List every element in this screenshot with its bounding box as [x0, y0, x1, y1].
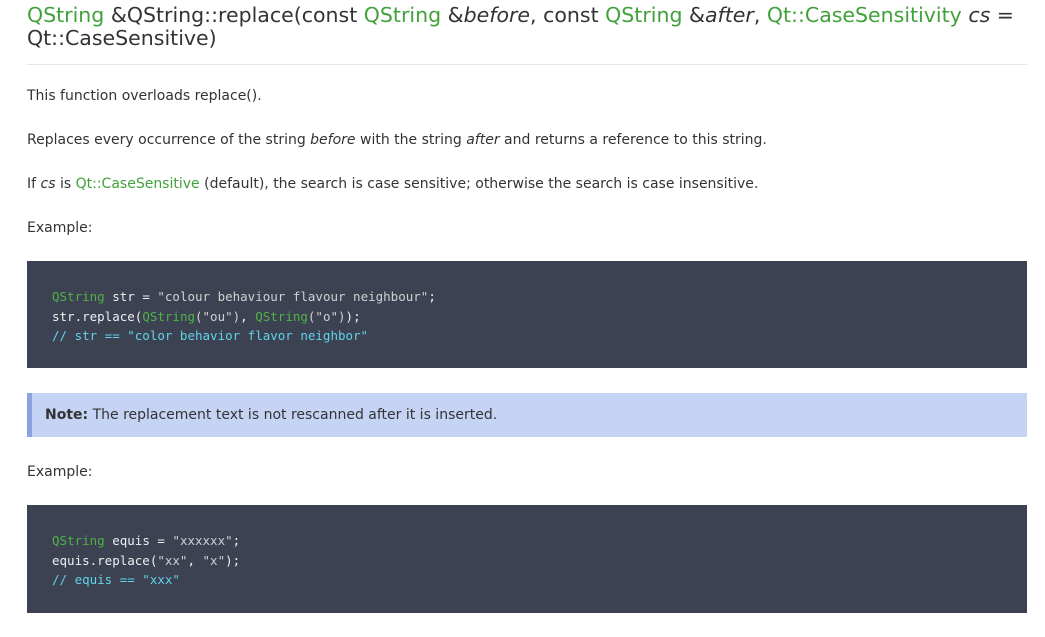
sig-amp: &: [104, 3, 127, 27]
code-text: str.replace(: [52, 308, 143, 324]
code-block-2: QString equis = "xxxxxx"; equis.replace(…: [27, 505, 1027, 613]
sig-amp: &: [441, 3, 464, 27]
code-string: "xxxxxx": [172, 533, 233, 548]
sig-const: const: [543, 3, 606, 27]
note-text: The replacement text is not rescanned af…: [88, 407, 498, 423]
code-string: ("ou"): [195, 308, 241, 324]
param-type-link[interactable]: QString: [364, 3, 441, 27]
param-ref-before: before: [310, 132, 356, 148]
code-text: );: [345, 308, 361, 324]
return-type-link[interactable]: QString: [27, 3, 104, 27]
note-box: Note: The replacement text is not rescan…: [27, 393, 1027, 437]
sig-amp: &: [682, 3, 705, 27]
text-run: is: [55, 176, 76, 192]
code-type: QString: [52, 533, 105, 548]
code-text: ;: [428, 289, 436, 304]
code-string: "colour behaviour flavour neighbour": [157, 289, 429, 304]
param-name-after: after: [704, 3, 754, 27]
code-text: equis.replace(: [52, 552, 158, 568]
overload-paragraph: This function overloads replace().: [27, 88, 262, 104]
code-text: ;: [232, 533, 241, 548]
code-text: str =: [104, 289, 158, 304]
sig-comma: ,: [753, 3, 767, 27]
code-string: ("o"): [307, 308, 346, 324]
code-block-1: QString str = "colour behaviour flavour …: [27, 261, 1027, 368]
sig-comma: ,: [530, 3, 544, 27]
param-name-before: before: [463, 3, 531, 27]
param-ref-after: after: [466, 132, 500, 148]
code-type: QString: [52, 289, 105, 304]
code-comment: // str == "color behavior flavor neighbo…: [52, 328, 369, 343]
code-comment: // equis == "xxx": [52, 572, 180, 587]
description-paragraph: Replaces every occurrence of the string …: [27, 130, 767, 150]
example-label: Example:: [27, 220, 93, 236]
param-ref-cs: cs: [40, 176, 56, 192]
text-run: and returns a reference to this string.: [499, 132, 767, 148]
code-text: );: [225, 552, 241, 568]
code-type: QString: [255, 308, 308, 324]
text-run: Replaces every occurrence of the string: [27, 132, 311, 148]
note-label: Note:: [45, 407, 89, 423]
case-paragraph: If cs is Qt::CaseSensitive (default), th…: [27, 174, 758, 194]
doc-page: QString &QString::replace(const QString …: [27, 0, 1027, 613]
case-sensitive-link[interactable]: Qt::CaseSensitive: [76, 176, 200, 192]
sig-const: const: [301, 3, 364, 27]
text-run: (default), the search is case sensitive;…: [199, 176, 759, 192]
text-run: If: [27, 176, 41, 192]
code-type: QString: [142, 308, 195, 324]
function-signature: QString &QString::replace(const QString …: [27, 4, 1027, 65]
code-string: "xx": [157, 552, 188, 568]
code-text: ,: [187, 552, 203, 568]
code-text: ,: [240, 308, 256, 324]
function-name: QString::replace(: [126, 3, 302, 27]
example-label: Example:: [27, 464, 93, 480]
code-text: equis =: [104, 533, 173, 548]
param-type-link[interactable]: QString: [605, 3, 682, 27]
case-sensitivity-type-link[interactable]: Qt::CaseSensitivity: [767, 3, 962, 27]
code-string: "x": [202, 552, 226, 568]
text-run: with the string: [355, 132, 467, 148]
param-name-cs: cs: [968, 3, 991, 27]
